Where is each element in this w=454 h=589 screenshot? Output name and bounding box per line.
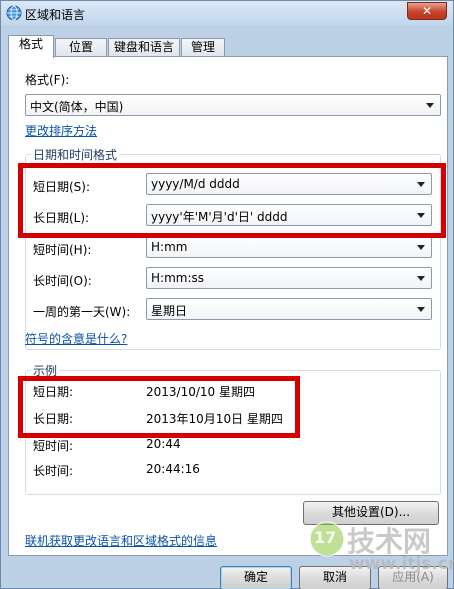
short-time-select[interactable]: H:mm	[146, 236, 432, 258]
ok-button[interactable]: 确定	[220, 566, 292, 589]
short-time-label: 短时间(H):	[33, 243, 92, 257]
watermark-badge-number: 17	[314, 528, 337, 547]
example-short-time-value: 20:44	[146, 437, 181, 451]
highlight-box-date-examples	[18, 376, 300, 438]
long-time-value: H:mm:ss	[151, 271, 204, 285]
tab-location[interactable]: 位置	[55, 38, 107, 57]
chevron-down-icon	[417, 245, 425, 250]
tab-administrative[interactable]: 管理	[181, 38, 225, 57]
watermark-url: www.itjs.cn	[349, 554, 454, 574]
example-short-time-label: 短时间:	[33, 439, 74, 453]
chevron-down-icon	[417, 307, 425, 312]
close-button[interactable]: ✕	[407, 2, 447, 20]
format-label: 格式(F):	[25, 73, 70, 87]
short-time-value: H:mm	[151, 240, 188, 254]
first-day-select[interactable]: 星期日	[146, 298, 432, 320]
format-select[interactable]: 中文(简体，中国)	[25, 94, 441, 116]
symbols-meaning-link[interactable]: 符号的含意是什么?	[25, 330, 127, 347]
highlight-box-date-formats	[18, 163, 446, 238]
first-day-value: 星期日	[151, 304, 188, 318]
region-language-dialog: 区域和语言 ✕ 格式 位置 键盘和语言 管理 格式(F): 中文(简体，中国) …	[0, 0, 454, 589]
chevron-down-icon	[426, 103, 434, 108]
long-time-select[interactable]: H:mm:ss	[146, 267, 432, 289]
globe-icon	[6, 5, 22, 21]
example-long-time-value: 20:44:16	[146, 462, 200, 476]
change-sorting-link[interactable]: 更改排序方法	[25, 122, 97, 139]
formats-panel: 格式(F): 中文(简体，中国) 更改排序方法 日期和时间格式 短日期(S): …	[8, 56, 448, 556]
tab-formats[interactable]: 格式	[8, 35, 54, 58]
online-info-link[interactable]: 联机获取更改语言和区域格式的信息	[25, 532, 217, 549]
example-long-time-label: 长时间:	[33, 464, 74, 478]
chevron-down-icon	[417, 276, 425, 281]
format-select-value: 中文(简体，中国)	[30, 100, 124, 114]
long-time-label: 长时间(O):	[33, 274, 92, 288]
window-title: 区域和语言	[25, 8, 86, 22]
datetime-group-title: 日期和时间格式	[31, 146, 120, 163]
tab-keyboards-languages[interactable]: 键盘和语言	[108, 38, 180, 57]
first-day-label: 一周的第一天(W):	[33, 305, 131, 319]
title-bar: 区域和语言 ✕	[1, 1, 453, 25]
